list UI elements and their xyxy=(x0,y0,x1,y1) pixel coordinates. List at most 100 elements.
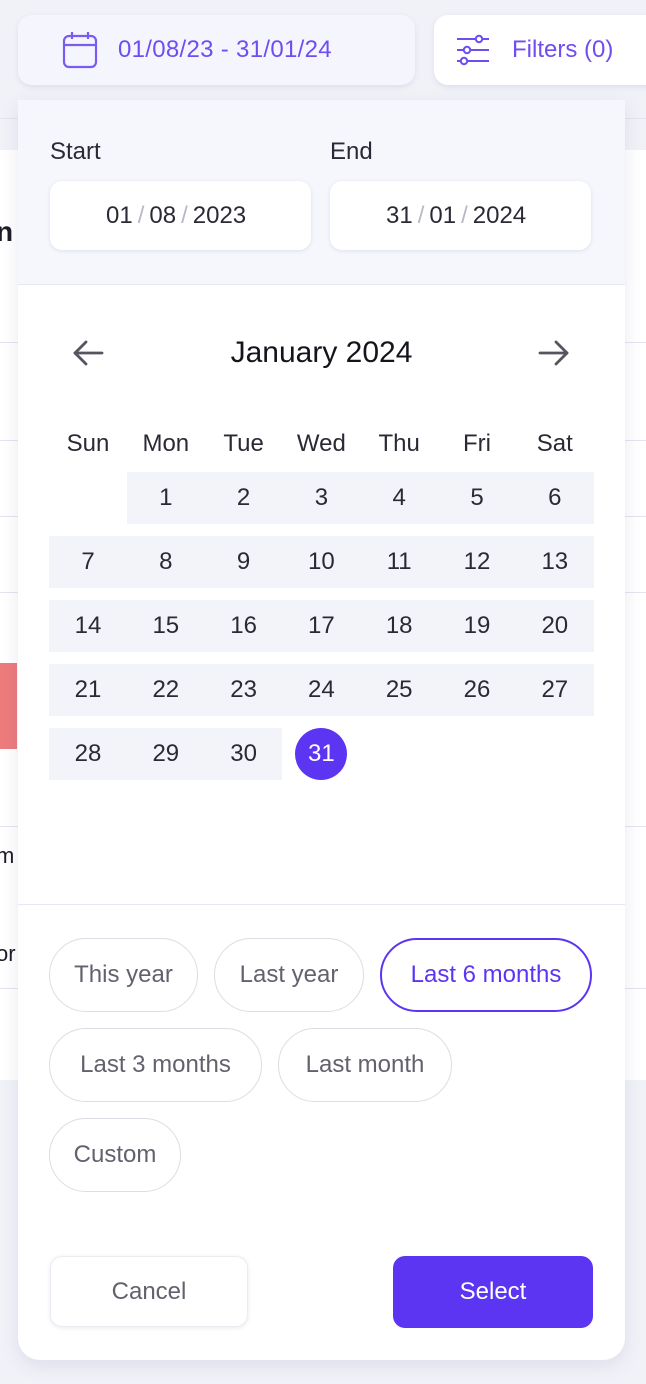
day-number: 24 xyxy=(308,676,335,703)
background-text: n xyxy=(0,216,14,247)
day-number: 20 xyxy=(541,612,569,639)
day-number: 5 xyxy=(470,484,484,511)
end-label: End xyxy=(330,138,373,165)
preset-chip[interactable]: Custom xyxy=(49,1118,181,1192)
day-number: 15 xyxy=(152,612,180,639)
day-number: 6 xyxy=(548,484,562,511)
calendar-day[interactable]: 15 xyxy=(127,600,205,652)
calendar-day[interactable]: 27 xyxy=(516,664,594,716)
calendar-day[interactable]: 22 xyxy=(127,664,205,716)
end-month[interactable]: 01 xyxy=(429,202,456,230)
preset-chip[interactable]: Last 6 months xyxy=(380,938,592,1012)
calendar-day[interactable]: 13 xyxy=(516,536,594,588)
date-picker-dropdown: Start End 01/08/2023 31/01/2024 January … xyxy=(18,100,625,1360)
calendar-day[interactable]: 25 xyxy=(360,664,438,716)
day-number: 17 xyxy=(308,612,335,639)
weekday-label: Mon xyxy=(142,430,190,457)
calendar-day[interactable]: 9 xyxy=(205,536,283,588)
calendar-day[interactable]: 19 xyxy=(438,600,516,652)
calendar-day[interactable]: 23 xyxy=(205,664,283,716)
divider xyxy=(18,904,625,905)
selected-day[interactable]: 31 xyxy=(282,728,360,780)
weekday-label: Wed xyxy=(296,430,346,457)
calendar-day[interactable]: 6 xyxy=(516,472,594,524)
filters-label: Filters (0) xyxy=(512,36,614,63)
background-text: m xyxy=(0,843,15,868)
day-number: 10 xyxy=(308,548,335,575)
weekday-label: Fri xyxy=(463,430,491,457)
day-number: 19 xyxy=(463,612,491,639)
day-number: 22 xyxy=(152,676,180,703)
end-date-input[interactable]: 31/01/2024 xyxy=(330,181,591,250)
day-number: 25 xyxy=(385,676,413,703)
calendar-day[interactable]: 8 xyxy=(127,536,205,588)
day-number: 28 xyxy=(74,740,102,767)
start-month[interactable]: 08 xyxy=(149,202,176,230)
end-year[interactable]: 2024 xyxy=(473,202,526,230)
day-number: 26 xyxy=(463,676,491,703)
calendar-day[interactable]: 4 xyxy=(360,472,438,524)
date-range-button[interactable]: 01/08/23 - 31/01/24 xyxy=(18,15,415,85)
calendar-icon xyxy=(62,32,98,69)
calendar-day[interactable]: 7 xyxy=(49,536,127,588)
background-text: or xyxy=(0,941,16,966)
calendar-day[interactable]: 2 xyxy=(205,472,283,524)
month-title: January 2024 xyxy=(230,336,413,369)
day-number: 11 xyxy=(386,548,412,575)
day-number: 8 xyxy=(159,548,173,575)
calendar-day[interactable]: 14 xyxy=(49,600,127,652)
calendar-day[interactable]: 21 xyxy=(49,664,127,716)
day-number: 29 xyxy=(152,740,180,767)
date-range-label: 01/08/23 - 31/01/24 xyxy=(118,36,332,63)
preset-chip[interactable]: This year xyxy=(49,938,198,1012)
day-number: 18 xyxy=(385,612,413,639)
day-number: 14 xyxy=(74,612,102,639)
calendar-day[interactable]: 16 xyxy=(205,600,283,652)
day-number: 31 xyxy=(308,740,335,767)
calendar-day[interactable]: 3 xyxy=(282,472,360,524)
start-year[interactable]: 2023 xyxy=(193,202,246,230)
arrow-right-icon[interactable] xyxy=(537,338,571,368)
calendar-day[interactable]: 30 xyxy=(205,728,283,780)
sliders-icon xyxy=(457,34,489,66)
day-number: 21 xyxy=(74,676,102,703)
day-number: 23 xyxy=(230,676,257,703)
weekday-label: Sat xyxy=(536,430,573,457)
calendar-day[interactable]: 24 xyxy=(282,664,360,716)
calendar-day[interactable]: 20 xyxy=(516,600,594,652)
end-day[interactable]: 31 xyxy=(386,202,413,230)
start-date-input[interactable]: 01/08/2023 xyxy=(50,181,311,250)
weekday-label: Tue xyxy=(223,430,264,457)
range-inputs: Start End 01/08/2023 31/01/2024 xyxy=(18,100,625,285)
day-number: 13 xyxy=(541,548,569,575)
calendar-day[interactable]: 10 xyxy=(282,536,360,588)
day-number: 12 xyxy=(463,548,491,575)
start-day[interactable]: 01 xyxy=(106,202,133,230)
cancel-button[interactable]: Cancel xyxy=(50,1256,248,1327)
preset-chip[interactable]: Last 3 months xyxy=(49,1028,262,1102)
calendar-day[interactable]: 28 xyxy=(49,728,127,780)
calendar-day[interactable]: 26 xyxy=(438,664,516,716)
select-button[interactable]: Select xyxy=(393,1256,593,1328)
day-number: 4 xyxy=(392,484,406,511)
calendar-day[interactable]: 1 xyxy=(127,472,205,524)
day-number: 3 xyxy=(314,484,329,511)
filters-button[interactable]: Filters (0) xyxy=(434,15,646,85)
calendar-day[interactable]: 17 xyxy=(282,600,360,652)
day-number: 27 xyxy=(541,676,569,703)
day-number: 2 xyxy=(236,484,251,511)
calendar-day[interactable]: 12 xyxy=(438,536,516,588)
weekday-label: Thu xyxy=(378,430,420,457)
day-number: 1 xyxy=(159,484,173,511)
calendar-day[interactable]: 18 xyxy=(360,600,438,652)
weekday-label: Sun xyxy=(66,430,110,457)
day-number: 30 xyxy=(230,740,257,767)
start-label: Start xyxy=(50,138,101,165)
calendar-day[interactable]: 29 xyxy=(127,728,205,780)
preset-chip[interactable]: Last month xyxy=(278,1028,452,1102)
preset-chip[interactable]: Last year xyxy=(214,938,364,1012)
background-bar xyxy=(0,663,17,749)
calendar-day[interactable]: 11 xyxy=(360,536,438,588)
calendar-day[interactable]: 5 xyxy=(438,472,516,524)
day-number: 16 xyxy=(230,612,257,639)
